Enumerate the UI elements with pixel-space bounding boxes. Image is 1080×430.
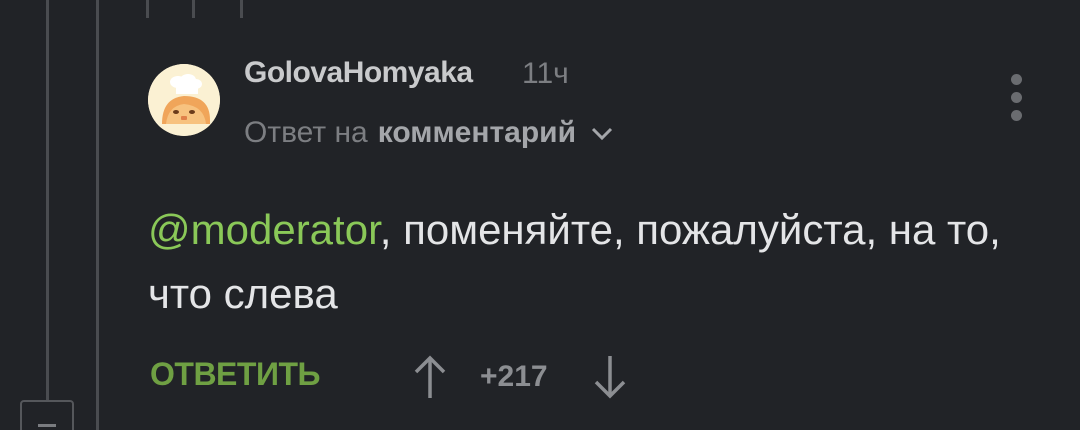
rating-value: +217	[480, 360, 548, 393]
thread-line-inner	[96, 0, 99, 430]
comment-author[interactable]: GolovaHomyaka	[244, 56, 473, 90]
thread-line-outer	[46, 0, 49, 400]
collapse-thread-button[interactable]	[20, 400, 74, 430]
mention-link[interactable]: @moderator	[148, 206, 380, 253]
avatar-icon[interactable]	[148, 64, 220, 136]
thread-tick	[240, 0, 243, 18]
comment-body: @moderator, поменяйте, пожалуйста, на то…	[148, 198, 1028, 326]
reply-to-link[interactable]: Ответ на комментарий	[244, 116, 614, 150]
more-vertical-icon[interactable]	[1006, 74, 1028, 122]
comment-time: 11ч	[522, 57, 569, 90]
thread-tick	[146, 0, 149, 18]
reply-to-target: комментарий	[377, 116, 577, 149]
arrow-down-icon[interactable]	[590, 352, 630, 402]
chevron-down-icon	[590, 116, 614, 150]
reply-to-prefix: Ответ на	[244, 116, 368, 149]
avatar-image	[148, 64, 220, 136]
comment-screen: GolovaHomyaka 11ч Ответ на комментарий @…	[0, 0, 1080, 430]
minus-icon	[38, 424, 56, 427]
thread-tick	[192, 0, 195, 18]
reply-button[interactable]: ОТВЕТИТЬ	[150, 356, 320, 393]
arrow-up-icon[interactable]	[410, 352, 450, 402]
